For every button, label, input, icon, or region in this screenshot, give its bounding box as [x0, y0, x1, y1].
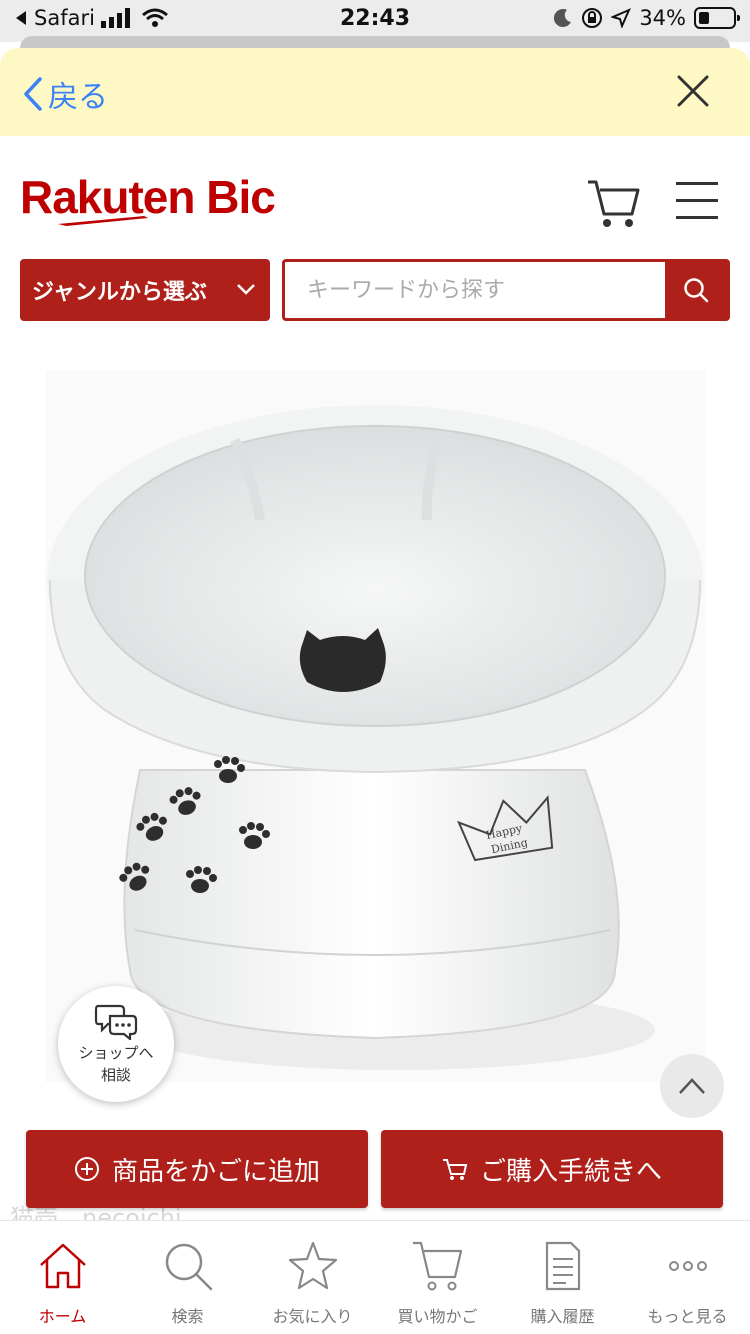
genre-label: ジャンルから選ぶ — [32, 280, 207, 305]
star-icon — [288, 1241, 337, 1290]
header-cart-icon[interactable] — [586, 176, 640, 230]
nav-item-history[interactable]: 購入履歴 — [500, 1221, 625, 1334]
nav-label-history: 購入履歴 — [530, 1307, 595, 1326]
nav-label-search: 検索 — [171, 1307, 204, 1326]
nav-item-cart[interactable]: 買い物かご — [375, 1221, 500, 1334]
orientation-lock-icon — [582, 8, 603, 28]
chevron-up-icon — [679, 1078, 705, 1094]
browser-bar: 戻る — [0, 48, 750, 136]
consult-label-line1: ショップへ — [78, 1044, 154, 1062]
search-icon — [165, 1243, 212, 1291]
checkout-label: ご購入手続きへ — [479, 1156, 662, 1187]
add-to-cart-button[interactable]: 商品をかごに追加 — [26, 1130, 368, 1208]
nav-item-home[interactable]: ホーム — [0, 1221, 125, 1334]
site-header: Rakuten Bic — [0, 136, 750, 256]
close-icon[interactable] — [676, 74, 710, 108]
nav-label-home: ホーム — [38, 1307, 87, 1326]
scroll-to-top-button[interactable] — [660, 1054, 724, 1118]
product-image[interactable]: Happy Dining — [45, 370, 705, 1082]
cat-bowl-illustration: Happy Dining — [47, 405, 703, 1070]
search-input[interactable] — [293, 262, 663, 318]
nav-item-favorites[interactable]: お気に入り — [250, 1221, 375, 1334]
checkout-button[interactable]: ご購入手続きへ — [381, 1130, 723, 1208]
search-button[interactable] — [665, 262, 727, 318]
chat-bubble-icon — [94, 1004, 138, 1040]
chevron-down-icon — [237, 284, 255, 295]
chevron-left-icon — [24, 77, 42, 111]
consult-label-line2: 相談 — [100, 1066, 131, 1084]
hamburger-menu-icon[interactable] — [676, 182, 720, 222]
bottom-nav: ホーム 検索 お気に入り 買い物かご 購入履歴 もっと見る — [0, 1220, 750, 1334]
nav-label-cart: 買い物かご — [397, 1307, 478, 1326]
back-label: 戻る — [48, 80, 108, 115]
nav-item-search[interactable]: 検索 — [125, 1221, 250, 1334]
battery-percent: 34% — [639, 6, 686, 30]
battery-icon — [694, 7, 740, 29]
moon-icon — [554, 9, 572, 28]
search-icon — [684, 278, 709, 303]
search-box — [282, 259, 730, 321]
back-button[interactable]: 戻る — [22, 72, 108, 116]
cart-icon — [412, 1241, 462, 1291]
plus-circle-icon — [74, 1157, 99, 1181]
location-icon — [611, 8, 632, 28]
more-icon — [668, 1261, 707, 1271]
genre-select-button[interactable]: ジャンルから選ぶ — [20, 259, 270, 321]
add-to-cart-label: 商品をかごに追加 — [111, 1156, 320, 1187]
nav-label-favorites: お気に入り — [272, 1307, 353, 1326]
consult-label: ショップへ 相談 — [78, 1042, 153, 1086]
shop-consult-button[interactable]: ショップへ 相談 — [58, 986, 174, 1102]
status-right: 34% — [553, 6, 740, 30]
logo-swoosh — [58, 216, 148, 226]
nav-item-more[interactable]: もっと見る — [625, 1221, 750, 1334]
nav-label-more: もっと見る — [647, 1307, 728, 1326]
home-icon — [39, 1243, 86, 1289]
history-icon — [545, 1241, 580, 1291]
cart-icon — [442, 1159, 468, 1180]
